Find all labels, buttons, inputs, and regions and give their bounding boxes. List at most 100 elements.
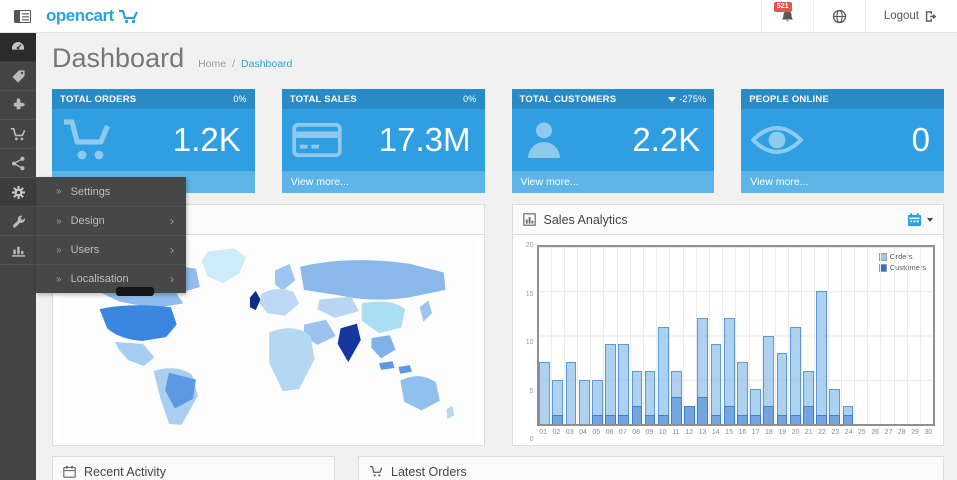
map-china (362, 301, 405, 333)
chart-bar-slot (736, 247, 749, 424)
calendar-icon (63, 465, 76, 478)
sidebar-item-system[interactable] (0, 178, 36, 207)
x-tick-label: 23 (829, 429, 842, 439)
flyout-item-settings[interactable]: » Settings (36, 177, 186, 206)
flyout-item-design[interactable]: »Design› (36, 206, 186, 235)
y-tick-label: 10 (526, 339, 534, 346)
flyout-item-localisation[interactable]: »Localisation› (36, 264, 186, 293)
customers-bar (737, 415, 748, 424)
view-more-link[interactable]: View more... (741, 171, 944, 193)
view-more-link[interactable]: View more... (512, 171, 715, 193)
chart-bar-slot (723, 247, 736, 424)
tile-people-online: PEOPLE ONLINE 0 View more... (741, 89, 944, 193)
dropdown-caret-icon (927, 218, 933, 222)
chart-bar-slot (789, 247, 802, 424)
map-indonesia (379, 361, 412, 374)
top-header: opencart 521 Logout (0, 0, 957, 33)
x-tick-label: 09 (643, 429, 656, 439)
chevron-right-icon: › (170, 272, 174, 286)
map-greenland (202, 248, 246, 283)
sidebar-item-reports[interactable] (0, 236, 36, 265)
tile-title: TOTAL ORDERS (60, 94, 136, 105)
chart-bar-slot (802, 247, 815, 424)
x-tick-label: 29 (908, 429, 921, 439)
view-more-link[interactable]: View more... (282, 171, 485, 193)
logout-button[interactable]: Logout (865, 0, 957, 32)
map-africa (269, 328, 314, 391)
chart-bar-slot (552, 247, 565, 424)
customers-bar (552, 415, 563, 424)
date-range-button[interactable] (907, 212, 933, 227)
orders-bar (790, 327, 801, 424)
x-tick-label: 04 (576, 429, 589, 439)
tile-total-sales: TOTAL SALES0% 17.3M View more... (282, 89, 485, 193)
x-tick-label: 11 (669, 429, 682, 439)
sidebar-item-dashboard[interactable] (0, 33, 36, 62)
breadcrumb-current: Dashboard (241, 58, 292, 70)
customers-bar (763, 406, 774, 424)
customers-bar (711, 415, 722, 424)
notifications-button[interactable]: 521 (761, 0, 813, 32)
customers-bar (724, 406, 735, 424)
x-tick-label: 24 (842, 429, 855, 439)
shopping-cart-icon (62, 118, 114, 162)
x-tick-label: 07 (616, 429, 629, 439)
customers-bar (750, 415, 761, 424)
flyout-item-users[interactable]: »Users› (36, 235, 186, 264)
map-se-asia (371, 335, 395, 358)
chart-bar-slot (895, 247, 908, 424)
sidebar-item-sales[interactable] (0, 120, 36, 149)
flyout-item-label: Settings (71, 186, 111, 198)
chevron-right-icon: › (170, 214, 174, 228)
tile-title: TOTAL SALES (290, 94, 357, 105)
sidebar-item-tools[interactable] (0, 207, 36, 236)
chart-bar-slot (763, 247, 776, 424)
tile-value: 2.2K (632, 121, 700, 159)
tag-icon (11, 69, 26, 84)
y-tick-label: 20 (526, 242, 534, 249)
chart-bar-slot (855, 247, 868, 424)
customers-bar (658, 415, 669, 424)
stores-button[interactable] (813, 0, 865, 32)
cart-icon (10, 127, 26, 142)
logo-cart-icon (118, 9, 140, 24)
double-angle-icon: » (56, 245, 62, 256)
chart-y-axis: 05101520 (521, 245, 537, 439)
recent-activity-panel: Recent Activity (52, 456, 335, 480)
map-usa (100, 305, 177, 341)
x-tick-label: 03 (563, 429, 576, 439)
customers-bar (618, 415, 629, 424)
breadcrumb-home[interactable]: Home (198, 58, 226, 70)
chart-bar-slot (657, 247, 670, 424)
double-angle-icon: » (56, 274, 62, 285)
opencart-logo[interactable]: opencart (46, 6, 140, 26)
orders-bar (658, 327, 669, 424)
eye-icon (751, 122, 803, 158)
sidebar-item-marketing[interactable] (0, 149, 36, 178)
chart-bar-slot (829, 247, 842, 424)
flyout-item-label: Design (71, 215, 105, 227)
recent-activity-title: Recent Activity (84, 465, 166, 479)
globe-icon (832, 9, 847, 24)
chart-bar-slot (842, 247, 855, 424)
double-angle-icon: » (56, 186, 62, 197)
sidebar-toggle-button[interactable] (0, 0, 44, 32)
page-title: Dashboard (52, 43, 184, 74)
sidebar-item-extensions[interactable] (0, 91, 36, 120)
chart-bar-slot (604, 247, 617, 424)
x-tick-label: 15 (722, 429, 735, 439)
tile-title: TOTAL CUSTOMERS (520, 94, 617, 105)
sales-analytics-title: Sales Analytics (544, 213, 628, 227)
chart-bar-slot (565, 247, 578, 424)
gear-icon (11, 185, 26, 200)
customers-bar (592, 415, 603, 424)
cart-icon (369, 465, 383, 478)
customers-bar (843, 415, 854, 424)
chart-bar-slot (881, 247, 894, 424)
orders-bar (777, 353, 788, 424)
x-tick-label: 16 (736, 429, 749, 439)
sidebar-item-catalog[interactable] (0, 62, 36, 91)
user-icon (522, 118, 566, 162)
tile-value: 0 (912, 121, 930, 159)
customers-bar (684, 406, 695, 424)
